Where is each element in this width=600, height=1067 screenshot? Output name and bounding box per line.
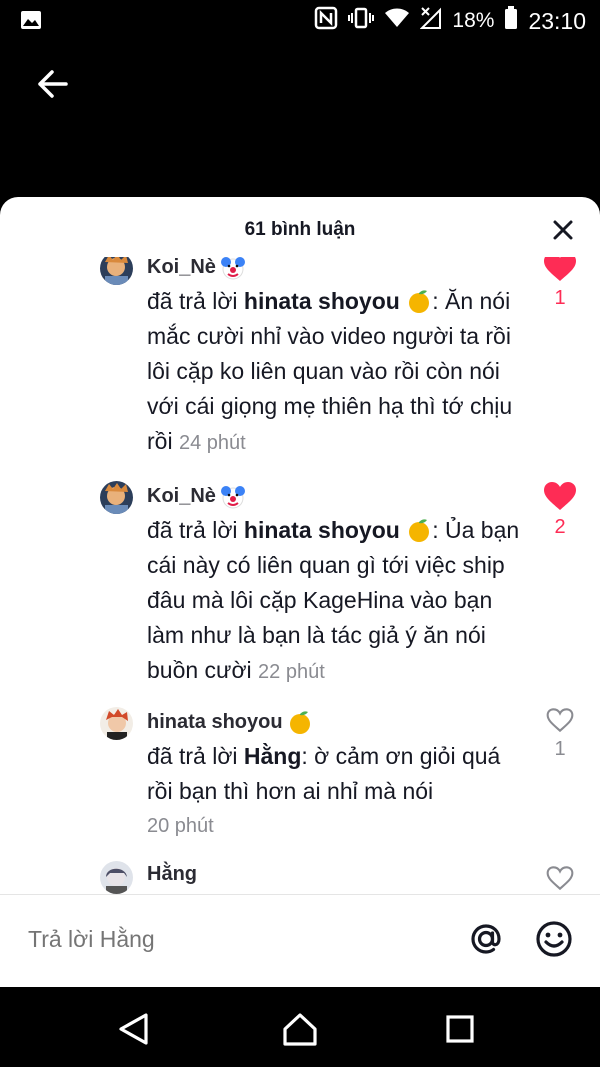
like-button[interactable]: 2 bbox=[543, 481, 577, 539]
reply-to-username[interactable]: hinata shoyou bbox=[244, 517, 400, 543]
heart-filled-icon bbox=[544, 257, 576, 281]
comment-body: đã trả lời hinata shoyou : Ăn nói mắc cư… bbox=[147, 284, 532, 461]
sheet-header: 61 bình luận bbox=[0, 197, 600, 263]
like-count: 1 bbox=[554, 287, 566, 309]
comment-body: đã trả lời hinata shoyou : Ủa bạn cái nà… bbox=[147, 513, 532, 690]
signal-icon bbox=[419, 6, 442, 36]
reply-to-username[interactable]: Hằng bbox=[244, 743, 302, 769]
avatar[interactable] bbox=[100, 861, 133, 894]
battery-percent: 18% bbox=[452, 9, 495, 32]
comment-time: 20 phút bbox=[147, 815, 214, 837]
avatar[interactable] bbox=[100, 257, 133, 285]
battery-icon bbox=[504, 6, 518, 36]
comment-username[interactable]: hinata shoyou bbox=[147, 709, 313, 735]
like-count: 2 bbox=[554, 516, 566, 538]
heart-filled-icon bbox=[544, 482, 576, 510]
wifi-icon bbox=[384, 7, 410, 35]
comment-list[interactable]: Koi_Nè đã trả lời hinata shoyou : Ăn nói… bbox=[0, 257, 600, 895]
username-text: Koi_Nè bbox=[147, 257, 216, 278]
clock: 23:10 bbox=[528, 7, 586, 34]
username-text: hinata shoyou bbox=[147, 710, 283, 733]
reply-input[interactable] bbox=[26, 925, 430, 954]
reply-prefix: đã trả lời bbox=[147, 743, 244, 769]
back-arrow-icon[interactable] bbox=[34, 64, 74, 104]
username-text: Koi_Nè bbox=[147, 484, 216, 507]
like-button[interactable] bbox=[543, 865, 577, 895]
orange-emoji-icon bbox=[406, 288, 432, 314]
avatar[interactable] bbox=[100, 707, 133, 740]
heart-outline-icon bbox=[546, 708, 574, 733]
like-button[interactable]: 1 bbox=[543, 707, 577, 761]
emoji-picker-icon[interactable] bbox=[534, 919, 574, 959]
clown-emoji-icon bbox=[220, 257, 246, 280]
nav-home-icon[interactable] bbox=[280, 1009, 320, 1049]
comments-sheet: 61 bình luận Koi_Nè đã trả lời hinata sh… bbox=[0, 197, 600, 987]
comment-count-title: 61 bình luận bbox=[244, 219, 356, 240]
close-icon[interactable] bbox=[552, 219, 574, 241]
comment-username[interactable]: Koi_Nè bbox=[147, 483, 246, 509]
clown-emoji-icon bbox=[220, 483, 246, 509]
orange-emoji-icon bbox=[406, 517, 432, 543]
vibrate-icon bbox=[348, 6, 375, 36]
heart-outline-icon bbox=[546, 866, 574, 891]
reply-prefix: đã trả lời bbox=[147, 517, 244, 543]
status-bar: 18% 23:10 bbox=[0, 0, 600, 42]
nav-recents-icon[interactable] bbox=[440, 1009, 480, 1049]
reply-prefix: đã trả lời bbox=[147, 288, 244, 314]
gallery-notification-icon bbox=[20, 10, 42, 35]
mention-at-icon[interactable] bbox=[466, 919, 506, 959]
orange-emoji-icon bbox=[287, 709, 313, 735]
comment-time: 22 phút bbox=[258, 661, 325, 683]
comment-body: đã trả lời Hằng: ờ cảm ơn giỏi quá rồi b… bbox=[147, 739, 532, 844]
like-count: 1 bbox=[554, 738, 566, 760]
comment-username[interactable]: Hằng bbox=[147, 863, 197, 886]
reply-to-username[interactable]: hinata shoyou bbox=[244, 288, 400, 314]
system-nav-bar bbox=[0, 987, 600, 1067]
comment-username[interactable]: Koi_Nè bbox=[147, 257, 246, 280]
nfc-icon bbox=[314, 6, 338, 36]
like-button[interactable]: 1 bbox=[543, 257, 577, 310]
comment-time: 24 phút bbox=[178, 432, 246, 454]
avatar[interactable] bbox=[100, 481, 133, 514]
reply-bar bbox=[0, 895, 600, 987]
username-text: Hằng bbox=[147, 863, 197, 885]
nav-back-icon[interactable] bbox=[113, 1009, 153, 1049]
